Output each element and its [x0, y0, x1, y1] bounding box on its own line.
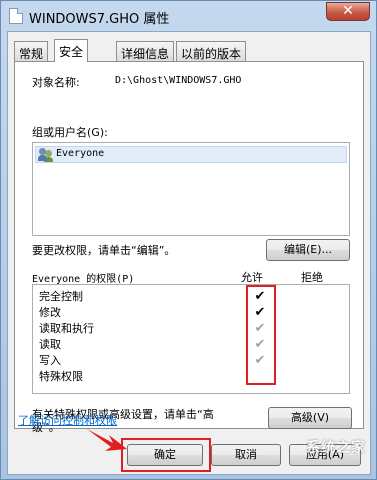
tab-general[interactable]: 常规 — [14, 41, 49, 61]
change-permissions-text: 要更改权限，请单击“编辑”。 — [32, 244, 176, 257]
perm-special: 特殊权限 — [39, 370, 83, 383]
object-name-value: D:\Ghost\WINDOWS7.GHO — [115, 75, 242, 86]
permissions-label: Everyone 的权限(P) — [32, 274, 135, 285]
ok-button[interactable]: 确定 — [127, 444, 203, 466]
groups-label: 组或用户名(G): — [32, 126, 108, 139]
tab-details[interactable]: 详细信息 — [116, 41, 175, 61]
perm-read: 读取 — [39, 338, 61, 351]
dialog-client: 常规 安全 详细信息 以前的版本 对象名称: D:\Ghost\WINDOWS7… — [7, 31, 371, 475]
deny-header: 拒绝 — [301, 271, 323, 284]
watermark-logo: 系统之家 — [306, 440, 366, 456]
red-arrow-icon — [87, 429, 127, 451]
file-icon — [9, 8, 23, 24]
allow-header: 允许 — [241, 271, 263, 284]
properties-window: WINDOWS7.GHO 属性 ✕ 常规 安全 详细信息 以前的版本 对象名称:… — [0, 0, 377, 480]
perm-read-execute: 读取和执行 — [39, 322, 94, 335]
close-button[interactable]: ✕ — [326, 2, 370, 21]
title-bar[interactable]: WINDOWS7.GHO 属性 ✕ — [1, 1, 376, 31]
edit-button[interactable]: 编辑(E)... — [266, 239, 350, 261]
perm-modify: 修改 — [39, 306, 61, 319]
object-name-label: 对象名称: — [32, 76, 80, 89]
perm-full-control: 完全控制 — [39, 290, 83, 303]
tab-security[interactable]: 安全 — [54, 39, 89, 62]
user-name: Everyone — [56, 148, 105, 159]
security-panel: 对象名称: D:\Ghost\WINDOWS7.GHO 组或用户名(G): Ev… — [14, 61, 364, 434]
perm-write: 写入 — [39, 354, 61, 367]
highlight-box — [246, 285, 276, 385]
advanced-button[interactable]: 高级(V) — [268, 407, 352, 429]
tab-previous-versions[interactable]: 以前的版本 — [176, 41, 247, 61]
window-title: WINDOWS7.GHO 属性 — [29, 12, 170, 27]
list-item-everyone[interactable]: Everyone — [35, 146, 347, 163]
users-listbox[interactable]: Everyone — [32, 142, 350, 236]
permissions-list: 完全控制 ✔ 修改 ✔ 读取和执行 ✔ 读取 ✔ 写入 ✔ 特殊权限 — [32, 284, 350, 394]
users-icon — [38, 148, 54, 162]
